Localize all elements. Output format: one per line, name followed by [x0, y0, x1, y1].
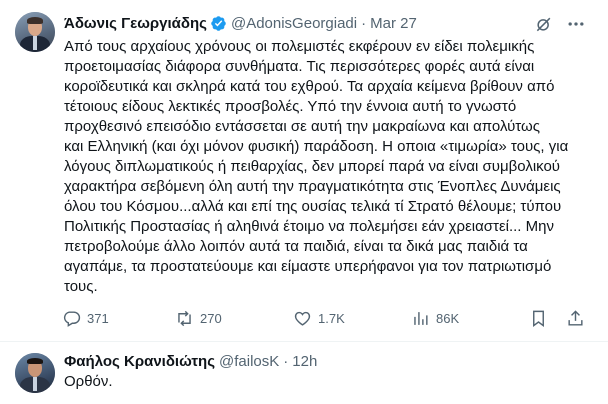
- views-button[interactable]: 86K: [411, 306, 459, 330]
- reply-author-name[interactable]: Φαήλος Κρανιδιώτης: [64, 353, 215, 370]
- reply-button[interactable]: 371: [62, 306, 109, 330]
- share-button[interactable]: [566, 306, 585, 330]
- author-name[interactable]: Άδωνις Γεωργιάδης: [64, 15, 207, 32]
- tweet-text-line: Πολιτικής Προστασίας ή αληθινά έτοιμο να…: [64, 218, 554, 235]
- separator-dot: ·: [283, 352, 289, 370]
- reply-header: Φαήλος Κρανιδιώτης @failosK · 12h: [64, 351, 317, 371]
- retweet-icon: [178, 310, 191, 326]
- tweet-header: Άδωνις Γεωργιάδης @AdonisGeorgiadi · Mar…: [64, 12, 417, 34]
- bookmark-icon: [533, 310, 544, 327]
- tweet-text-line: κοροϊδευτικά και σκληρά κατά του εχθρού.…: [64, 78, 555, 95]
- reply-count: 371: [87, 310, 109, 326]
- views-count: 86K: [436, 310, 460, 326]
- separator-dot: ·: [361, 14, 367, 32]
- more-icon[interactable]: [566, 14, 586, 34]
- tweet-actions: 371 270 1.7K 86K: [56, 306, 596, 330]
- tweet-text-line: τους.: [64, 278, 98, 295]
- tweet-text-line: όλου του Κόσμου...αλλά και επί της ουσία…: [64, 198, 562, 215]
- like-button[interactable]: 1.7K: [293, 306, 345, 330]
- tweet-text-line: χαρακτήρα σεβόμενη όλη αυτή την πραγματι…: [64, 178, 561, 195]
- reply-text: Ορθόν.: [64, 373, 113, 390]
- tweet-text-line: τέτοιους είδους λεκτικές προσβολές. Υπό …: [64, 98, 517, 115]
- views-icon: [414, 311, 428, 325]
- reply-time[interactable]: 12h: [292, 353, 317, 370]
- tweet-text-line: προετοιμασίας διάφορα συνθήματα. Τις περ…: [64, 58, 535, 75]
- tweet-text-line: Από τους αρχαίους χρόνους οι πολεμιστές …: [64, 38, 535, 55]
- retweet-count: 270: [200, 310, 222, 326]
- tweet-text-line: προχθεσινό επεισόδιο εντάσσεται σε αυτή …: [64, 118, 540, 135]
- tweet-text-line: λόγους διπλωματικούς ή πειθαρχίας, δεν μ…: [64, 158, 561, 175]
- tweet-text-line: πετροβολούμε άλλο λοιπόν αυτά τα παιδιά,…: [64, 238, 528, 255]
- share-icon: [568, 309, 583, 326]
- like-count: 1.7K: [318, 310, 345, 326]
- author-avatar[interactable]: [15, 12, 55, 52]
- verified-badge-icon: [210, 15, 227, 32]
- heart-icon: [294, 311, 311, 326]
- tweet-date[interactable]: Mar 27: [370, 15, 417, 32]
- tweet-divider: [0, 341, 608, 342]
- reply-icon: [63, 310, 81, 327]
- tweet-text-line: αγαπάμε, τα προστατεύουμε και είμαστε υπ…: [64, 258, 552, 275]
- reply-author-avatar[interactable]: [15, 353, 55, 393]
- author-handle[interactable]: @AdonisGeorgiadi: [231, 15, 357, 32]
- retweet-button[interactable]: 270: [175, 306, 222, 330]
- grok-icon[interactable]: [534, 14, 554, 34]
- tweet-text-line: και Ελληνική (και όχι μόνον φυσική) παρά…: [64, 138, 569, 155]
- tweet-text: Από τους αρχαίους χρόνους οι πολεμιστές …: [64, 37, 589, 297]
- reply-author-handle[interactable]: @failosK: [219, 353, 279, 370]
- bookmark-button[interactable]: [529, 306, 548, 330]
